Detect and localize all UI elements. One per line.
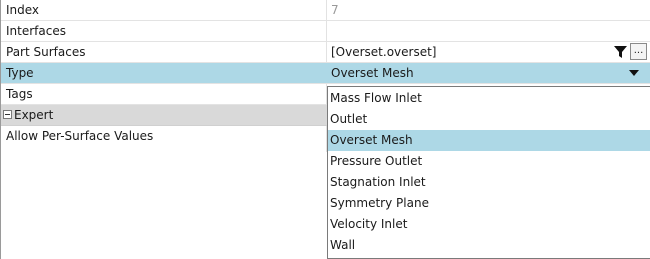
option-wall[interactable]: Wall bbox=[328, 235, 650, 256]
expert-label: Expert bbox=[14, 108, 54, 122]
type-label: Type bbox=[6, 66, 34, 80]
minus-box-icon[interactable] bbox=[3, 110, 12, 119]
option-mass-flow-inlet[interactable]: Mass Flow Inlet bbox=[328, 88, 650, 109]
row-part-surfaces[interactable]: Part Surfaces [Overset.overset] ... bbox=[1, 42, 650, 63]
index-label: Index bbox=[6, 3, 40, 17]
option-label: Velocity Inlet bbox=[330, 217, 408, 231]
more-button[interactable]: ... bbox=[630, 43, 647, 60]
option-label: Stagnation Inlet bbox=[330, 175, 426, 189]
option-symmetry-plane[interactable]: Symmetry Plane bbox=[328, 193, 650, 214]
type-select[interactable]: Overset Mesh bbox=[331, 66, 414, 80]
option-stagnation-inlet[interactable]: Stagnation Inlet bbox=[328, 172, 650, 193]
tags-label: Tags bbox=[6, 87, 33, 101]
row-index[interactable]: Index 7 bbox=[1, 0, 650, 21]
interfaces-label: Interfaces bbox=[6, 24, 66, 38]
option-label: Outlet bbox=[330, 112, 368, 126]
part-surfaces-label: Part Surfaces bbox=[6, 45, 86, 59]
option-label: Symmetry Plane bbox=[330, 196, 429, 210]
part-surfaces-value[interactable]: [Overset.overset] bbox=[331, 45, 436, 59]
option-overset-mesh[interactable]: Overset Mesh bbox=[328, 130, 650, 151]
option-label: Wall bbox=[330, 238, 356, 252]
option-pressure-outlet[interactable]: Pressure Outlet bbox=[328, 151, 650, 172]
option-label: Overset Mesh bbox=[330, 133, 413, 147]
index-value: 7 bbox=[331, 3, 339, 17]
dropdown-arrow-icon[interactable] bbox=[629, 70, 639, 76]
row-interfaces[interactable]: Interfaces bbox=[1, 21, 650, 42]
row-type[interactable]: Type Overset Mesh bbox=[1, 63, 650, 84]
allow-per-surface-label: Allow Per-Surface Values bbox=[6, 129, 154, 143]
filter-icon[interactable] bbox=[612, 44, 628, 60]
option-label: Pressure Outlet bbox=[330, 154, 423, 168]
option-outlet[interactable]: Outlet bbox=[328, 109, 650, 130]
option-label: Mass Flow Inlet bbox=[330, 91, 422, 105]
type-dropdown-list[interactable]: Mass Flow Inlet Outlet Overset Mesh Pres… bbox=[327, 86, 650, 259]
option-velocity-inlet[interactable]: Velocity Inlet bbox=[328, 214, 650, 235]
